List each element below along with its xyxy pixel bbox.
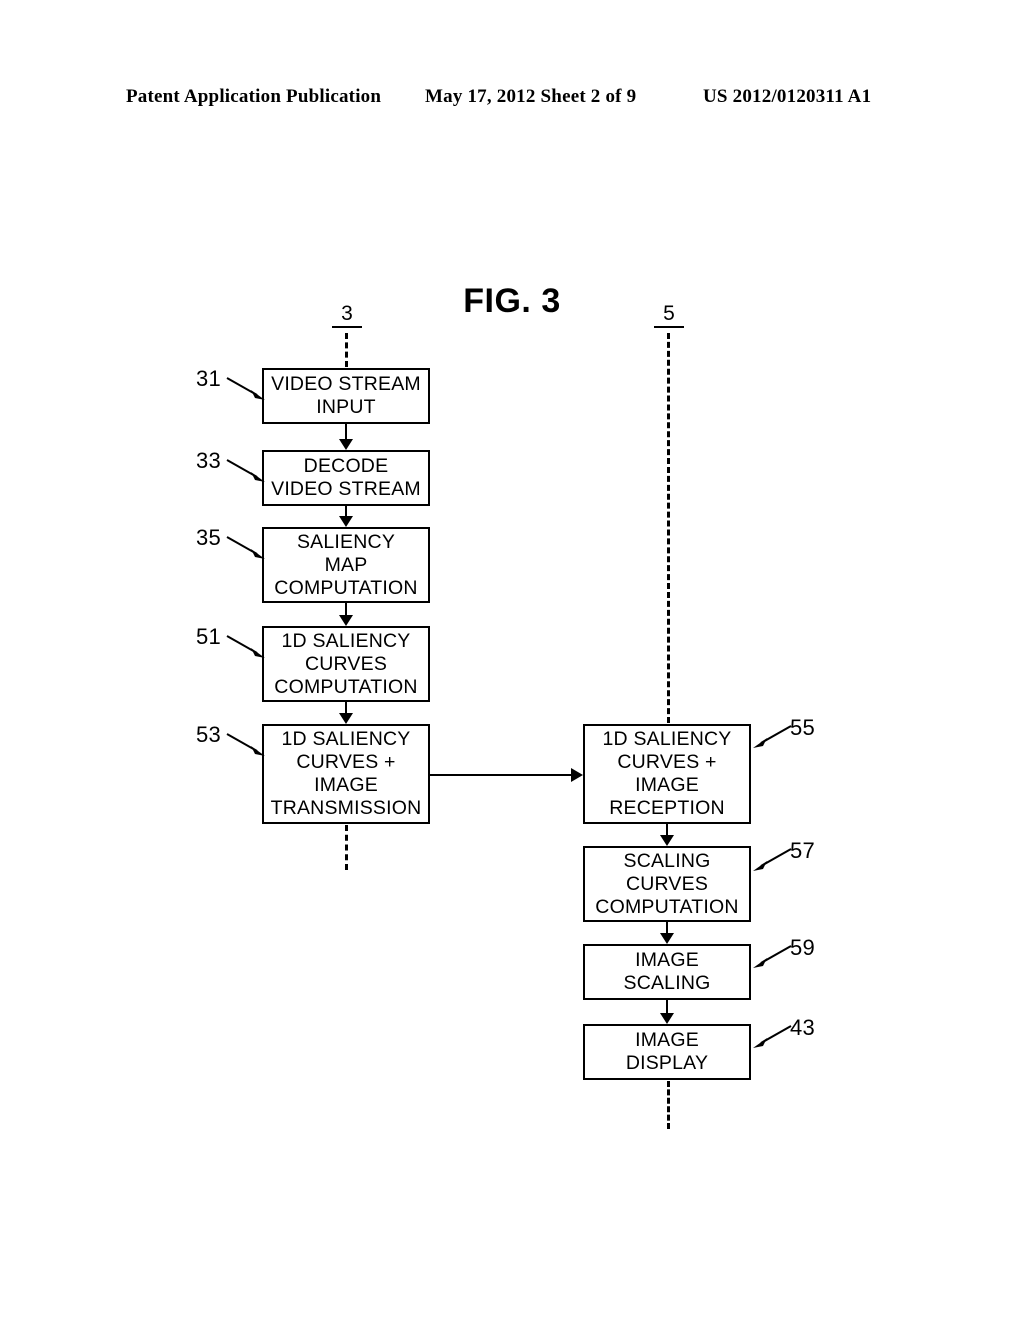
box-line: RECEPTION [609,797,725,819]
leader-line-43 [753,1025,792,1048]
reference-numeral-53: 53 [196,722,222,747]
dashed-guide-line-receiver-bottom [667,1081,670,1129]
box-line: 1D SALIENCY [281,629,411,652]
flow-arrow-51-to-53 [339,702,353,724]
column-reference-receiver: 5 [654,303,684,328]
box-line: VIDEO STREAM [271,478,421,500]
box-line: MAP [324,553,368,576]
process-box-image-scaling[interactable]: IMAGE SCALING [583,944,751,1000]
box-line: CURVES [304,652,388,675]
box-line: IMAGE [635,949,699,971]
leader-line-31 [226,377,265,400]
flow-arrow-59-to-43 [660,1000,674,1024]
box-line: COMPUTATION [595,895,739,918]
process-box-decode-video-stream[interactable]: DECODE VIDEO STREAM [262,450,430,506]
leader-line-35 [226,536,265,559]
leader-line-51 [226,635,265,658]
process-box-1d-saliency-curves-image-transmission[interactable]: 1D SALIENCY CURVES + IMAGE TRANSMISSION [262,724,430,824]
box-line: SCALING [623,972,711,994]
process-box-scaling-curves-computation[interactable]: SCALING CURVES COMPUTATION [583,846,751,922]
column-reference-transmitter: 3 [332,303,362,328]
process-box-video-stream-input[interactable]: VIDEO STREAM INPUT [262,368,430,424]
flow-arrow-31-to-33 [339,424,353,450]
box-line: 1D SALIENCY [602,728,732,750]
column-reference-receiver-number: 5 [654,303,684,328]
column-reference-transmitter-number: 3 [332,303,362,328]
dashed-guide-line-transmitter-top [345,333,348,367]
box-line: VIDEO STREAM [271,373,421,395]
leader-line-57 [753,848,792,871]
dashed-guide-line-transmitter-bottom [345,825,348,870]
leader-line-59 [753,945,792,968]
box-line: COMPUTATION [274,675,418,698]
reference-numeral-51: 51 [196,624,222,649]
publication-type-label: Patent Application Publication [126,86,382,107]
publication-number: US 2012/0120311 A1 [703,86,872,107]
publication-date-sheet: May 17, 2012 Sheet 2 of 9 [425,86,637,107]
box-line: IMAGE [314,774,378,796]
box-line: COMPUTATION [274,576,418,599]
flow-arrow-33-to-35 [339,506,353,527]
box-line: CURVES + [296,751,396,773]
process-box-saliency-map-computation[interactable]: SALIENCY MAP COMPUTATION [262,527,430,603]
box-line: CURVES + [617,751,717,773]
flow-arrow-35-to-51 [339,603,353,626]
box-line: CURVES [625,872,709,895]
box-line: TRANSMISSION [270,797,422,819]
reference-numeral-33: 33 [196,448,222,473]
flow-arrow-57-to-59 [660,922,674,944]
box-line: DISPLAY [625,1052,709,1074]
dashed-guide-line-receiver-top [667,333,670,723]
leader-line-33 [226,459,265,482]
box-line: SCALING [623,849,711,872]
leader-line-55 [753,725,792,748]
box-line: IMAGE [635,1029,699,1051]
box-line: DECODE [303,455,389,477]
process-box-1d-saliency-curves-computation[interactable]: 1D SALIENCY CURVES COMPUTATION [262,626,430,702]
leader-line-53 [226,733,265,756]
reference-numeral-35: 35 [196,525,222,550]
flow-arrow-transmission-53-to-55 [430,768,583,782]
box-line: IMAGE [635,774,699,796]
box-line: SALIENCY [296,530,396,553]
publication-header: Patent Application Publication May 17, 2… [0,86,1024,112]
box-line: 1D SALIENCY [281,728,411,750]
box-line: INPUT [316,396,376,418]
process-box-image-display[interactable]: IMAGE DISPLAY [583,1024,751,1080]
process-box-1d-saliency-curves-image-reception[interactable]: 1D SALIENCY CURVES + IMAGE RECEPTION [583,724,751,824]
flow-arrow-55-to-57 [660,824,674,846]
figure-title: FIG. 3 [463,282,561,320]
reference-numeral-31: 31 [196,366,222,391]
